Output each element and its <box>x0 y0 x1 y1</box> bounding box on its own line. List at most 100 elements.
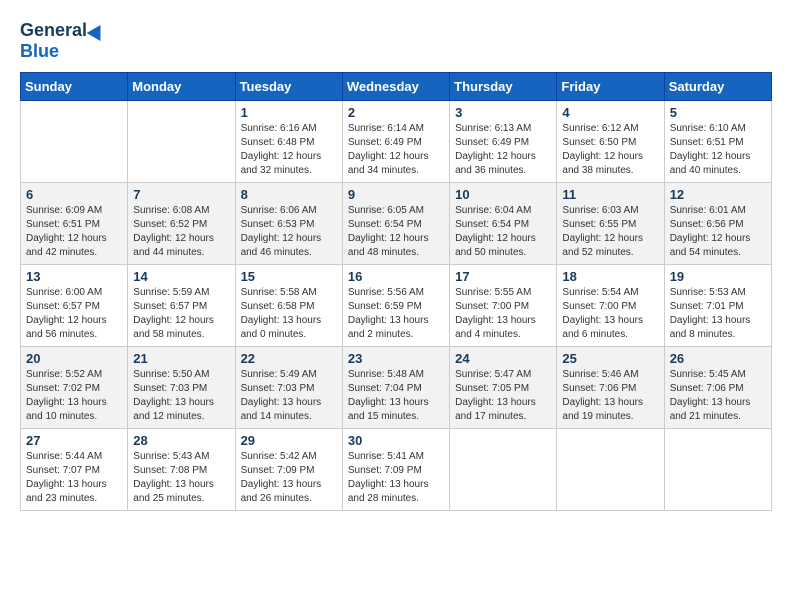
calendar-cell: 10 Sunrise: 6:04 AM Sunset: 6:54 PM Dayli… <box>450 183 557 265</box>
calendar-cell: 16 Sunrise: 5:56 AM Sunset: 6:59 PM Dayli… <box>342 265 449 347</box>
day-info: Sunrise: 6:08 AM Sunset: 6:52 PM Dayligh… <box>133 204 229 260</box>
day-number: 15 <box>241 269 337 284</box>
day-number: 7 <box>133 187 229 202</box>
day-info: Sunrise: 5:50 AM Sunset: 7:03 PM Dayligh… <box>133 368 229 424</box>
calendar-cell <box>664 429 771 511</box>
calendar-cell: 17 Sunrise: 5:55 AM Sunset: 7:00 PM Dayli… <box>450 265 557 347</box>
calendar-cell: 1 Sunrise: 6:16 AM Sunset: 6:48 PM Daylig… <box>235 101 342 183</box>
day-header-thursday: Thursday <box>450 73 557 101</box>
logo-blue-text: Blue <box>20 41 59 62</box>
day-number: 26 <box>670 351 766 366</box>
day-info: Sunrise: 6:04 AM Sunset: 6:54 PM Dayligh… <box>455 204 551 260</box>
day-number: 10 <box>455 187 551 202</box>
day-number: 2 <box>348 105 444 120</box>
day-info: Sunrise: 5:56 AM Sunset: 6:59 PM Dayligh… <box>348 286 444 342</box>
day-info: Sunrise: 6:12 AM Sunset: 6:50 PM Dayligh… <box>562 122 658 178</box>
day-number: 25 <box>562 351 658 366</box>
day-info: Sunrise: 6:16 AM Sunset: 6:48 PM Dayligh… <box>241 122 337 178</box>
day-info: Sunrise: 6:01 AM Sunset: 6:56 PM Dayligh… <box>670 204 766 260</box>
day-number: 20 <box>26 351 122 366</box>
day-number: 8 <box>241 187 337 202</box>
calendar-cell: 15 Sunrise: 5:58 AM Sunset: 6:58 PM Dayli… <box>235 265 342 347</box>
day-number: 28 <box>133 433 229 448</box>
calendar-cell: 14 Sunrise: 5:59 AM Sunset: 6:57 PM Dayli… <box>128 265 235 347</box>
calendar-cell: 6 Sunrise: 6:09 AM Sunset: 6:51 PM Daylig… <box>21 183 128 265</box>
calendar-table: SundayMondayTuesdayWednesdayThursdayFrid… <box>20 72 772 511</box>
day-info: Sunrise: 5:45 AM Sunset: 7:06 PM Dayligh… <box>670 368 766 424</box>
calendar-cell: 4 Sunrise: 6:12 AM Sunset: 6:50 PM Daylig… <box>557 101 664 183</box>
calendar-cell: 13Sunrise: 6:00 AM Sunset: 6:57 PM Dayli… <box>21 265 128 347</box>
day-info: Sunrise: 5:58 AM Sunset: 6:58 PM Dayligh… <box>241 286 337 342</box>
calendar-cell: 29 Sunrise: 5:42 AM Sunset: 7:09 PM Dayli… <box>235 429 342 511</box>
day-info: Sunrise: 5:48 AM Sunset: 7:04 PM Dayligh… <box>348 368 444 424</box>
day-number: 16 <box>348 269 444 284</box>
day-info: Sunrise: 5:44 AM Sunset: 7:07 PM Dayligh… <box>26 450 122 506</box>
day-info: Sunrise: 6:14 AM Sunset: 6:49 PM Dayligh… <box>348 122 444 178</box>
day-info: Sunrise: 6:03 AM Sunset: 6:55 PM Dayligh… <box>562 204 658 260</box>
calendar-cell: 5Sunrise: 6:10 AM Sunset: 6:51 PM Daylig… <box>664 101 771 183</box>
header: General Blue <box>20 20 772 62</box>
day-number: 17 <box>455 269 551 284</box>
calendar-cell: 7 Sunrise: 6:08 AM Sunset: 6:52 PM Daylig… <box>128 183 235 265</box>
day-number: 23 <box>348 351 444 366</box>
day-info: Sunrise: 6:05 AM Sunset: 6:54 PM Dayligh… <box>348 204 444 260</box>
day-number: 14 <box>133 269 229 284</box>
day-header-wednesday: Wednesday <box>342 73 449 101</box>
day-number: 1 <box>241 105 337 120</box>
calendar-cell: 21Sunrise: 5:50 AM Sunset: 7:03 PM Dayli… <box>128 347 235 429</box>
calendar-cell <box>450 429 557 511</box>
calendar-cell <box>128 101 235 183</box>
day-header-saturday: Saturday <box>664 73 771 101</box>
calendar-cell <box>557 429 664 511</box>
day-number: 12 <box>670 187 766 202</box>
day-info: Sunrise: 6:00 AM Sunset: 6:57 PM Dayligh… <box>26 286 122 342</box>
day-info: Sunrise: 5:52 AM Sunset: 7:02 PM Dayligh… <box>26 368 122 424</box>
calendar-cell: 19 Sunrise: 5:53 AM Sunset: 7:01 PM Dayli… <box>664 265 771 347</box>
day-number: 9 <box>348 187 444 202</box>
day-info: Sunrise: 5:55 AM Sunset: 7:00 PM Dayligh… <box>455 286 551 342</box>
calendar-week-4: 20 Sunrise: 5:52 AM Sunset: 7:02 PM Dayli… <box>21 347 772 429</box>
calendar-cell: 2 Sunrise: 6:14 AM Sunset: 6:49 PM Daylig… <box>342 101 449 183</box>
day-number: 22 <box>241 351 337 366</box>
day-info: Sunrise: 6:09 AM Sunset: 6:51 PM Dayligh… <box>26 204 122 260</box>
day-info: Sunrise: 5:54 AM Sunset: 7:00 PM Dayligh… <box>562 286 658 342</box>
calendar-cell: 23 Sunrise: 5:48 AM Sunset: 7:04 PM Dayli… <box>342 347 449 429</box>
calendar-cell: 20 Sunrise: 5:52 AM Sunset: 7:02 PM Dayli… <box>21 347 128 429</box>
day-number: 19 <box>670 269 766 284</box>
calendar-cell <box>21 101 128 183</box>
day-info: Sunrise: 5:59 AM Sunset: 6:57 PM Dayligh… <box>133 286 229 342</box>
day-info: Sunrise: 5:49 AM Sunset: 7:03 PM Dayligh… <box>241 368 337 424</box>
day-header-friday: Friday <box>557 73 664 101</box>
calendar-week-2: 6 Sunrise: 6:09 AM Sunset: 6:51 PM Daylig… <box>21 183 772 265</box>
day-number: 27 <box>26 433 122 448</box>
calendar-cell: 27 Sunrise: 5:44 AM Sunset: 7:07 PM Dayli… <box>21 429 128 511</box>
calendar-cell: 24Sunrise: 5:47 AM Sunset: 7:05 PM Dayli… <box>450 347 557 429</box>
day-number: 4 <box>562 105 658 120</box>
calendar-cell: 28 Sunrise: 5:43 AM Sunset: 7:08 PM Dayli… <box>128 429 235 511</box>
calendar-week-5: 27 Sunrise: 5:44 AM Sunset: 7:07 PM Dayli… <box>21 429 772 511</box>
logo-general-text: General <box>20 20 87 41</box>
day-number: 29 <box>241 433 337 448</box>
calendar-header-row: SundayMondayTuesdayWednesdayThursdayFrid… <box>21 73 772 101</box>
day-number: 18 <box>562 269 658 284</box>
day-header-monday: Monday <box>128 73 235 101</box>
day-info: Sunrise: 6:13 AM Sunset: 6:49 PM Dayligh… <box>455 122 551 178</box>
day-number: 30 <box>348 433 444 448</box>
day-number: 5 <box>670 105 766 120</box>
day-info: Sunrise: 5:42 AM Sunset: 7:09 PM Dayligh… <box>241 450 337 506</box>
calendar-cell: 12 Sunrise: 6:01 AM Sunset: 6:56 PM Dayli… <box>664 183 771 265</box>
day-number: 3 <box>455 105 551 120</box>
calendar-cell: 22 Sunrise: 5:49 AM Sunset: 7:03 PM Dayli… <box>235 347 342 429</box>
day-info: Sunrise: 5:53 AM Sunset: 7:01 PM Dayligh… <box>670 286 766 342</box>
day-info: Sunrise: 5:43 AM Sunset: 7:08 PM Dayligh… <box>133 450 229 506</box>
day-info: Sunrise: 5:46 AM Sunset: 7:06 PM Dayligh… <box>562 368 658 424</box>
calendar-cell: 11 Sunrise: 6:03 AM Sunset: 6:55 PM Dayli… <box>557 183 664 265</box>
day-number: 6 <box>26 187 122 202</box>
day-number: 11 <box>562 187 658 202</box>
calendar-cell: 26 Sunrise: 5:45 AM Sunset: 7:06 PM Dayli… <box>664 347 771 429</box>
calendar-cell: 25 Sunrise: 5:46 AM Sunset: 7:06 PM Dayli… <box>557 347 664 429</box>
calendar-cell: 30 Sunrise: 5:41 AM Sunset: 7:09 PM Dayli… <box>342 429 449 511</box>
calendar-cell: 8Sunrise: 6:06 AM Sunset: 6:53 PM Daylig… <box>235 183 342 265</box>
day-info: Sunrise: 5:41 AM Sunset: 7:09 PM Dayligh… <box>348 450 444 506</box>
calendar-cell: 3 Sunrise: 6:13 AM Sunset: 6:49 PM Daylig… <box>450 101 557 183</box>
